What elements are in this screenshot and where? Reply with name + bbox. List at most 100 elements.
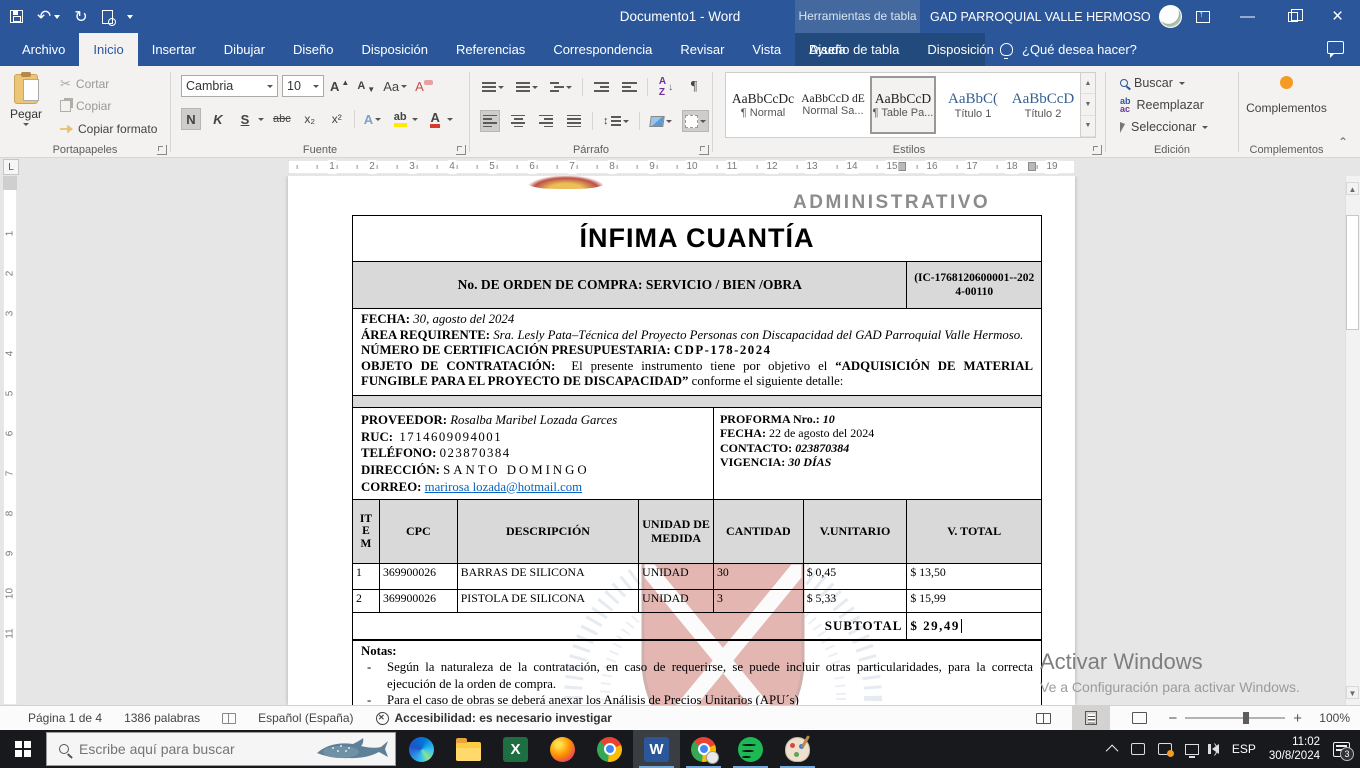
start-button[interactable]	[0, 730, 46, 768]
restore-button[interactable]	[1270, 0, 1315, 33]
align-right-button[interactable]	[536, 110, 556, 132]
select-button[interactable]: Seleccionar	[1120, 116, 1208, 138]
clipboard-dialog-launcher[interactable]	[157, 145, 167, 155]
font-color-dropdown-icon[interactable]	[447, 118, 453, 121]
tab-archivo[interactable]: Archivo	[8, 33, 79, 66]
addins-button[interactable]: Complementos	[1239, 76, 1334, 115]
tab-selector[interactable]: L	[3, 159, 19, 175]
correo-link[interactable]: marirosa lozada@hotmail.com	[425, 480, 582, 494]
strikethrough-button[interactable]: abc	[271, 108, 293, 130]
notas-section[interactable]: Notas: Según la naturaleza de la contrat…	[352, 640, 1042, 705]
tab-revisar[interactable]: Revisar	[666, 33, 738, 66]
minimize-button[interactable]: —	[1225, 0, 1270, 33]
taskbar-word-active[interactable]: W	[633, 730, 680, 768]
taskbar-chrome[interactable]	[586, 730, 633, 768]
zoom-out-button[interactable]: −	[1168, 710, 1177, 727]
subscript-button[interactable]: x₂	[300, 108, 320, 130]
font-size-combo[interactable]: 10	[282, 75, 324, 97]
styles-dialog-launcher[interactable]	[1092, 145, 1102, 155]
paragraph-dialog-launcher[interactable]	[699, 145, 709, 155]
borders-button[interactable]	[682, 110, 709, 132]
vertical-ruler[interactable]: 1234567891011	[3, 176, 17, 705]
tab-correspondencia[interactable]: Correspondencia	[539, 33, 666, 66]
notification-center-button[interactable]: 3	[1333, 742, 1350, 757]
tab-dibujar[interactable]: Dibujar	[210, 33, 279, 66]
tray-expand-button[interactable]	[1109, 745, 1118, 754]
vertical-scrollbar[interactable]: ▲ ▼	[1345, 176, 1360, 705]
taskbar-edge[interactable]	[398, 730, 445, 768]
align-center-button[interactable]	[508, 110, 528, 132]
shrink-font-button[interactable]: A▼	[355, 75, 377, 97]
styles-gallery-expand-button[interactable]: ▼	[1081, 116, 1095, 137]
read-mode-button[interactable]	[1024, 706, 1062, 730]
change-case-button[interactable]: Aa	[381, 75, 409, 97]
decrease-indent-button[interactable]	[591, 76, 611, 98]
order-table[interactable]: ÍNFIMA CUANTÍA No. DE ORDEN DE COMPRA: S…	[352, 215, 1042, 640]
sort-button[interactable]: AZ↓	[656, 76, 676, 98]
bold-button[interactable]: N	[181, 108, 201, 130]
page-indicator[interactable]: Página 1 de 4	[28, 711, 102, 725]
styles-scroll-down-button[interactable]: ▼	[1081, 94, 1095, 115]
styles-scroll-up-button[interactable]: ▲	[1081, 73, 1095, 94]
style-titulo-2[interactable]: AaBbCcDTítulo 2	[1010, 76, 1076, 134]
taskbar-chrome-profile[interactable]	[680, 730, 727, 768]
text-effects-button[interactable]: A	[362, 108, 383, 130]
zoom-slider-thumb[interactable]	[1243, 712, 1249, 724]
font-color-button[interactable]: A	[425, 108, 445, 130]
taskbar-excel[interactable]: X	[492, 730, 539, 768]
tab-disposicion[interactable]: Disposición	[347, 33, 441, 66]
document-page[interactable]: ADMINISTRATIVO	[288, 176, 1075, 705]
format-painter-button[interactable]: Copiar formato	[60, 122, 157, 136]
taskbar-spotify[interactable]	[727, 730, 774, 768]
copy-button[interactable]: Copiar	[60, 99, 111, 113]
zoom-percentage[interactable]: 100%	[1312, 711, 1350, 725]
tab-diseno-de-tabla[interactable]: Diseño de tabla	[795, 33, 913, 66]
tab-diseno[interactable]: Diseño	[279, 33, 347, 66]
zoom-in-button[interactable]: +	[1293, 710, 1302, 727]
style-table-paragraph[interactable]: AaBbCcD¶ Table Pa...	[870, 76, 936, 134]
style-titulo-1[interactable]: AaBbC(Título 1	[940, 76, 1006, 134]
taskbar-search-box[interactable]	[46, 732, 396, 766]
tab-inicio[interactable]: Inicio	[79, 33, 137, 66]
accessibility-status[interactable]: Accesibilidad: es necesario investigar	[376, 711, 612, 725]
clear-formatting-button[interactable]: A	[413, 75, 435, 97]
shading-button[interactable]	[648, 110, 674, 132]
align-left-button[interactable]	[480, 110, 500, 132]
increase-indent-button[interactable]	[619, 76, 639, 98]
taskbar-file-explorer[interactable]	[445, 730, 492, 768]
taskbar-paint[interactable]	[774, 730, 821, 768]
paste-button[interactable]: Pegar	[10, 74, 42, 126]
ribbon-display-options-button[interactable]	[1180, 0, 1225, 33]
superscript-button[interactable]: x²	[327, 108, 347, 130]
volume-icon[interactable]	[1212, 744, 1219, 754]
tab-vista[interactable]: Vista	[738, 33, 795, 66]
tray-app-icon[interactable]	[1131, 743, 1145, 755]
grow-font-button[interactable]: A▲	[328, 75, 351, 97]
underline-button[interactable]: S	[235, 108, 255, 130]
underline-dropdown-icon[interactable]	[258, 118, 264, 121]
bullets-button[interactable]	[480, 76, 506, 98]
highlight-button[interactable]: ab	[390, 108, 410, 130]
scroll-down-button[interactable]: ▼	[1346, 686, 1359, 699]
search-input[interactable]	[79, 741, 289, 757]
print-layout-button[interactable]	[1072, 706, 1110, 730]
font-dialog-launcher[interactable]	[456, 145, 466, 155]
scroll-up-button[interactable]: ▲	[1346, 182, 1359, 195]
word-count[interactable]: 1386 palabras	[124, 711, 200, 725]
account-avatar[interactable]	[1159, 5, 1182, 28]
tray-app-notification-icon[interactable]	[1158, 743, 1172, 755]
horizontal-ruler[interactable]: 12345678910111213141516171819	[288, 160, 1075, 174]
find-button[interactable]: Buscar	[1120, 72, 1208, 94]
tab-referencias[interactable]: Referencias	[442, 33, 539, 66]
feedback-comment-icon[interactable]	[1327, 41, 1344, 54]
numbering-button[interactable]	[514, 76, 540, 98]
highlight-dropdown-icon[interactable]	[412, 118, 418, 121]
cut-button[interactable]: ✂Cortar	[60, 76, 109, 92]
whale-shark-image[interactable]	[311, 737, 389, 766]
right-indent-marker[interactable]	[1028, 162, 1036, 171]
italic-button[interactable]: K	[208, 108, 228, 130]
justify-button[interactable]	[564, 110, 584, 132]
taskbar-firefox[interactable]	[539, 730, 586, 768]
scrollbar-thumb[interactable]	[1346, 215, 1359, 330]
language-indicator[interactable]: Español (España)	[258, 711, 353, 725]
